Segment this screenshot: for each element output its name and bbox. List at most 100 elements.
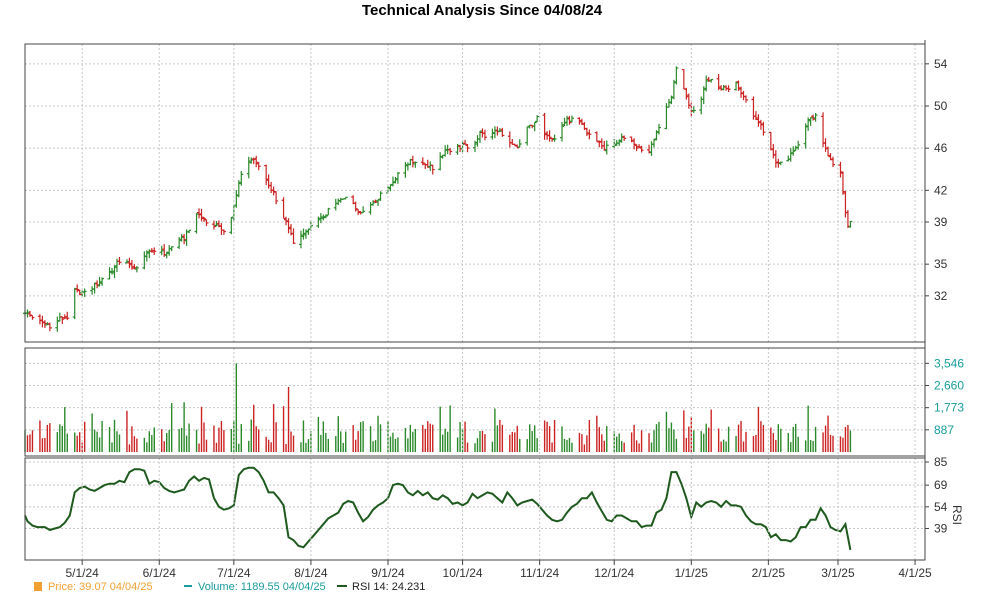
price-bar	[701, 86, 706, 105]
price-bar	[773, 150, 778, 168]
x-tick-label: 8/1/24	[294, 566, 328, 580]
price-bar	[674, 66, 679, 85]
price-bar	[271, 186, 276, 196]
x-tick-label: 3/1/25	[821, 566, 855, 580]
price-bar	[753, 111, 758, 121]
rsi-tick-label: 39	[934, 522, 948, 536]
price-bar	[326, 207, 331, 216]
price-bar	[460, 140, 465, 153]
price-bar	[734, 81, 739, 91]
price-bar	[535, 115, 540, 122]
price-bar	[405, 162, 410, 171]
price-bar	[179, 234, 184, 242]
price-bar	[821, 112, 826, 148]
price-bar	[587, 129, 592, 140]
price-bar	[622, 135, 627, 141]
x-tick-label: 2/1/25	[752, 566, 786, 580]
x-tick-label: 9/1/24	[371, 566, 405, 580]
panel-frame-1	[24, 347, 926, 457]
price-bar	[194, 212, 199, 234]
price-bar	[281, 197, 286, 219]
rsi-tick-label: 85	[934, 455, 948, 469]
price-bar	[681, 68, 686, 90]
price-bar	[743, 95, 748, 103]
price-bar	[177, 237, 182, 249]
price-bar	[525, 126, 530, 146]
price-bar	[182, 234, 187, 245]
price-bar	[594, 131, 599, 142]
price-bar	[336, 198, 341, 206]
price-bar	[169, 246, 174, 252]
price-bar	[490, 128, 495, 140]
price-bar	[55, 316, 60, 332]
price-bar	[634, 144, 639, 152]
price-bar	[823, 138, 828, 152]
volume-tick-label: 887	[934, 423, 954, 437]
price-bar	[652, 138, 657, 148]
price-bar	[796, 140, 801, 150]
x-tick-label: 6/1/24	[143, 566, 177, 580]
price-bar	[761, 121, 766, 136]
price-bar	[709, 78, 714, 83]
price-bar	[197, 208, 202, 219]
price-bar	[147, 249, 152, 259]
price-bar	[378, 191, 383, 201]
price-bar	[843, 190, 848, 218]
price-bar	[134, 265, 139, 273]
price-bar	[72, 287, 77, 320]
price-bar	[266, 174, 271, 189]
price-tick-label: 39	[934, 215, 948, 229]
x-tick-label: 1/1/25	[675, 566, 709, 580]
x-tick-label: 11/1/24	[520, 566, 559, 580]
price-bar	[438, 152, 443, 171]
x-tick-label: 5/1/24	[65, 566, 99, 580]
price-bar	[791, 146, 796, 156]
price-bar	[356, 209, 361, 216]
price-bar	[301, 228, 306, 240]
price-bar	[691, 106, 696, 114]
price-bar	[428, 161, 433, 172]
x-tick-label: 12/1/24	[594, 566, 634, 580]
x-tick-label: 4/1/25	[898, 566, 932, 580]
chart-title: Technical Analysis Since 04/08/24	[362, 2, 603, 19]
price-bar	[684, 87, 689, 100]
price-bar	[37, 314, 42, 325]
price-bar	[845, 209, 850, 228]
price-bar	[30, 314, 35, 320]
price-bar	[107, 267, 112, 280]
price-bar	[669, 95, 674, 105]
price-bar	[423, 163, 428, 169]
price-bar	[562, 117, 567, 127]
legend-price-swatch	[34, 582, 42, 591]
price-bar	[403, 162, 408, 178]
price-bar	[65, 311, 70, 321]
price-bar	[430, 164, 435, 175]
price-bar	[599, 138, 604, 149]
price-bar	[741, 90, 746, 101]
rsi-line	[24, 466, 852, 551]
price-bar	[90, 286, 95, 295]
price-bar	[475, 135, 480, 147]
price-bar	[567, 115, 572, 125]
rsi-panel: 85 69 54 39RSI	[24, 455, 964, 551]
price-bar	[482, 129, 487, 141]
price-bar	[443, 145, 448, 157]
price-bar	[47, 322, 52, 332]
price-bar	[813, 112, 818, 122]
volume-panel: 3,546 2,660 1,773 887	[24, 356, 964, 452]
price-tick-label: 35	[934, 257, 948, 271]
price-bar	[95, 280, 100, 289]
x-tick-label: 10/1/24	[443, 566, 483, 580]
price-bar	[410, 155, 415, 168]
volume-tick-label: 2,660	[934, 379, 964, 393]
price-bar	[127, 257, 132, 269]
price-bar	[604, 140, 609, 155]
rsi-axis-label: RSI	[950, 505, 964, 525]
price-bar	[187, 229, 192, 234]
price-tick-label: 32	[934, 289, 948, 303]
price-bar	[569, 115, 574, 123]
price-bar	[152, 247, 157, 255]
price-bar	[221, 229, 226, 235]
price-bar	[584, 127, 589, 137]
price-tick-label: 42	[934, 183, 948, 197]
